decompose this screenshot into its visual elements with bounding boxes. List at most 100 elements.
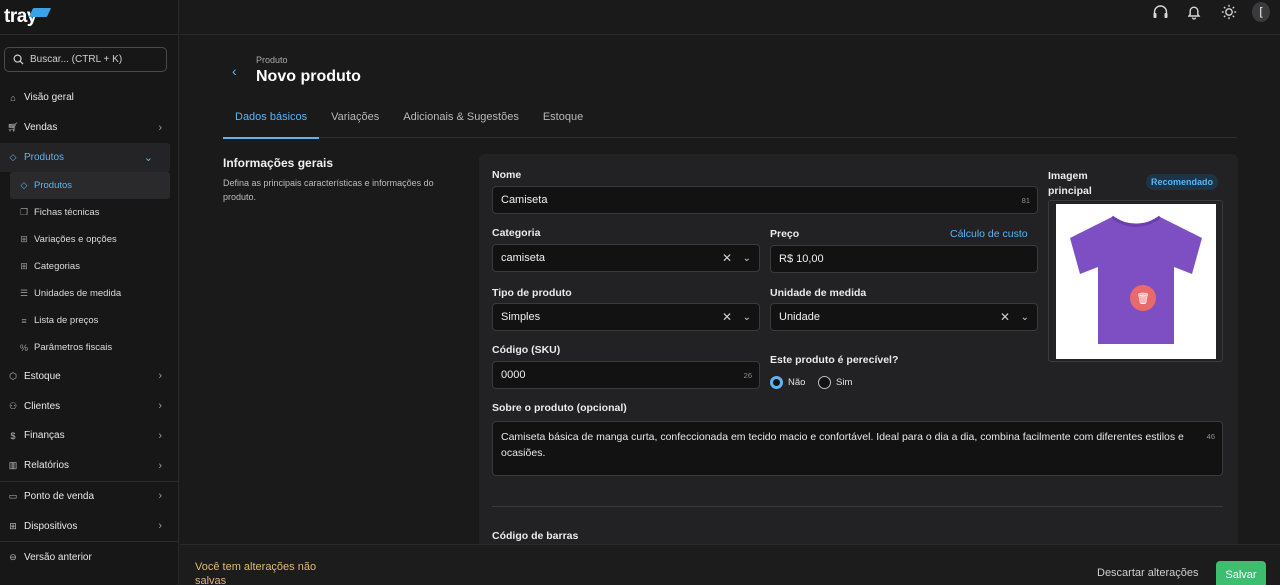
sidebar-item-estoque[interactable]: ⬡ Estoque › — [0, 361, 179, 391]
about-textarea[interactable]: Camiseta básica de manga curta, confecci… — [492, 421, 1223, 476]
sku-field[interactable]: 0000 26 — [492, 361, 760, 389]
radio-label: Não — [788, 377, 806, 388]
chevron-right-icon: › — [158, 429, 162, 442]
sku-value: 0000 — [501, 369, 526, 381]
sidebar-subitem-label: Fichas técnicas — [34, 207, 100, 219]
name-label: Nome — [492, 169, 522, 181]
product-type-label: Tipo de produto — [492, 287, 572, 299]
sidebar-item-relatorios[interactable]: ▥ Relatórios › — [0, 451, 179, 481]
sidebar-item-vendas[interactable]: 🛒︎ Vendas › — [0, 113, 179, 143]
tab-estoque[interactable]: Estoque — [531, 105, 595, 138]
chevron-down-icon: ⌄ — [143, 151, 153, 164]
category-value: camiseta — [501, 252, 546, 264]
section-title: Informações gerais — [223, 156, 334, 170]
monitor-icon: ▭ — [8, 490, 18, 501]
category-select[interactable]: camiseta ✕ ⌄ — [492, 244, 760, 272]
grid-icon: ⊞ — [20, 234, 28, 245]
avatar[interactable]: [ — [1252, 2, 1270, 22]
sidebar-subitem-fichas-tecnicas[interactable]: ❐ Fichas técnicas — [0, 199, 179, 226]
logo[interactable]: tray — [4, 6, 52, 28]
sidebar-subitem-variacoes[interactable]: ⊞ Variações e opções — [0, 226, 179, 253]
unit-label: Unidade de medida — [770, 287, 867, 299]
image-upload[interactable]: 🗑︎ — [1048, 200, 1223, 362]
sidebar-subitem-lista-precos[interactable]: ≡ Lista de preços — [0, 307, 179, 334]
clear-icon[interactable]: ✕ — [1000, 310, 1010, 324]
logo-mark-icon — [28, 8, 52, 17]
sidebar-subitem-parametros[interactable]: % Parâmetros fiscais — [0, 334, 179, 361]
sun-icon[interactable] — [1220, 3, 1238, 21]
home-icon: ⌂ — [10, 92, 16, 103]
price-field[interactable]: R$ 10,00 — [770, 245, 1038, 273]
perishable-label: Este produto é perecível? — [770, 354, 899, 366]
sidebar-subitem-label: Categorias — [34, 261, 80, 273]
sidebar-item-dispositivos[interactable]: ⊞ Dispositivos › — [0, 511, 179, 541]
cart-icon: 🛒︎ — [7, 122, 19, 133]
search-icon — [13, 54, 24, 65]
tshirt-icon — [1070, 215, 1202, 344]
headset-icon[interactable] — [1151, 3, 1169, 21]
percent-icon: % — [19, 342, 28, 353]
unsaved-changes-bar: Você tem alterações não salvas Descartar… — [180, 544, 1280, 585]
avatar-initial: [ — [1259, 6, 1263, 18]
chart-icon: ▥ — [8, 460, 18, 471]
name-counter: 81 — [1021, 195, 1030, 205]
sidebar-item-label: Produtos — [24, 151, 65, 163]
search-box[interactable]: Buscar... (CTRL + K) — [4, 47, 167, 72]
category-label: Categoria — [492, 227, 541, 239]
clear-icon[interactable]: ✕ — [722, 310, 732, 324]
chevron-down-icon[interactable]: ⌄ — [1021, 312, 1029, 323]
tab-dados-basicos[interactable]: Dados básicos — [223, 105, 320, 139]
discard-button[interactable]: Descartar alterações — [1097, 567, 1199, 579]
sidebar-item-versao-anterior[interactable]: ⊖ Versão anterior — [0, 542, 179, 572]
database-icon: ☰ — [19, 288, 29, 299]
sidebar-subitem-label: Lista de preços — [34, 315, 99, 327]
sidebar-item-visao-geral[interactable]: ⌂ Visão geral — [0, 83, 179, 113]
logo-bar: tray — [0, 0, 178, 35]
radio-unselected-icon — [818, 376, 831, 389]
sidebar-item-label: Versão anterior — [24, 551, 92, 563]
product-type-value: Simples — [501, 311, 541, 323]
clear-icon[interactable]: ✕ — [722, 251, 732, 265]
history-icon: ⊖ — [9, 551, 17, 562]
recommended-badge: Recomendado — [1146, 174, 1219, 190]
sidebar-subitem-produtos[interactable]: ◇ Produtos — [10, 172, 170, 200]
tab-adicionais[interactable]: Adicionais & Sugestões — [391, 105, 531, 138]
name-field[interactable]: Camiseta 81 — [492, 186, 1038, 214]
sidebar-item-clientes[interactable]: ⚇ Clientes › — [0, 391, 179, 421]
list-icon: ≡ — [21, 315, 27, 326]
about-label: Sobre o produto (opcional) — [492, 402, 627, 414]
back-arrow-icon[interactable]: ‹ — [232, 63, 237, 79]
radio-selected-icon — [770, 376, 783, 389]
product-type-select[interactable]: Simples ✕ ⌄ — [492, 303, 760, 331]
unit-select[interactable]: Unidade ✕ ⌄ — [770, 303, 1038, 331]
perishable-yes-radio[interactable]: Sim — [818, 376, 852, 389]
search-placeholder: Buscar... (CTRL + K) — [30, 54, 123, 65]
save-button[interactable]: Salvar — [1216, 561, 1266, 585]
delete-image-icon[interactable]: 🗑︎ — [1130, 285, 1156, 311]
tab-variacoes[interactable]: Variações — [319, 105, 391, 138]
chevron-down-icon[interactable]: ⌄ — [743, 253, 751, 264]
chevron-down-icon[interactable]: ⌄ — [743, 312, 751, 323]
sidebar-nav: ⌂ Visão geral 🛒︎ Vendas › ◇ Produtos ⌄ ◇… — [0, 83, 179, 572]
chevron-right-icon: › — [158, 121, 162, 134]
sidebar-item-label: Estoque — [24, 370, 61, 382]
sidebar-item-label: Dispositivos — [24, 520, 78, 532]
sidebar-subitem-label: Parâmetros fiscais — [34, 342, 113, 354]
unit-value: Unidade — [779, 311, 820, 323]
sidebar-item-produtos[interactable]: ◇ Produtos ⌄ — [0, 142, 170, 173]
sidebar-item-financas[interactable]: $ Finanças › — [0, 421, 179, 451]
perishable-no-radio[interactable]: Não — [770, 376, 805, 389]
cost-calc-link[interactable]: Cálculo de custo — [950, 228, 1028, 240]
sku-label: Código (SKU) — [492, 344, 561, 356]
breadcrumb[interactable]: Produto — [256, 55, 288, 65]
page-title: Novo produto — [256, 68, 361, 85]
tag-icon: ◇ — [20, 180, 28, 191]
grid-icon: ⊞ — [9, 520, 17, 531]
sidebar-subitem-categorias[interactable]: ⊞ Categorias — [0, 253, 179, 280]
section-description: Defina as principais características e i… — [223, 178, 434, 202]
chevron-right-icon: › — [158, 520, 162, 533]
sidebar-subitem-unidades[interactable]: ☰ Unidades de medida — [0, 280, 179, 307]
sidebar-item-ponto-de-venda[interactable]: ▭ Ponto de venda › — [0, 482, 179, 512]
bell-icon[interactable] — [1185, 3, 1203, 21]
sidebar-item-label: Visão geral — [24, 92, 74, 104]
